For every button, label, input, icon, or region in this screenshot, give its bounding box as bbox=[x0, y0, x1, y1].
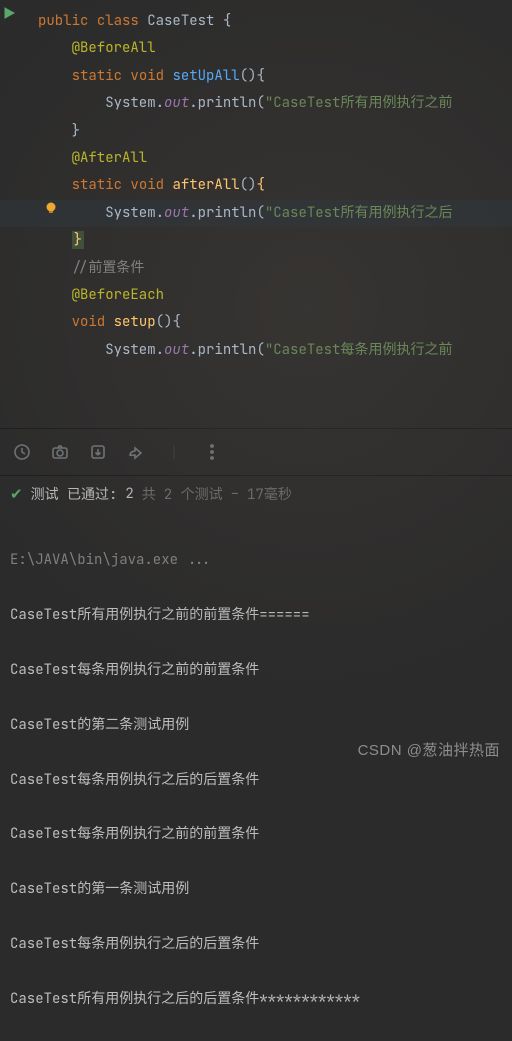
more-icon[interactable] bbox=[202, 442, 222, 462]
code-line[interactable]: @AfterAll bbox=[0, 145, 512, 172]
test-toolbar bbox=[0, 428, 512, 476]
check-icon: ✔ bbox=[10, 484, 23, 504]
import-icon[interactable] bbox=[88, 442, 108, 462]
code-line[interactable]: System.out.println("CaseTest所有用例执行之前 bbox=[0, 90, 512, 117]
code-editor[interactable]: public class CaseTest { @BeforeAll stati… bbox=[0, 0, 512, 372]
console-line: CaseTest每条用例执行之后的后置条件 bbox=[10, 767, 502, 794]
status-time: 17毫秒 bbox=[247, 484, 292, 504]
console-line: CaseTest的第一条测试用例 bbox=[10, 876, 502, 903]
run-gutter-icon[interactable] bbox=[2, 6, 16, 20]
console-line: CaseTest每条用例执行之前的前置条件 bbox=[10, 657, 502, 684]
status-label: 测试 已通过: bbox=[31, 484, 118, 504]
toolbar-separator bbox=[164, 442, 184, 462]
code-line[interactable]: @BeforeAll bbox=[0, 35, 512, 62]
intention-bulb-icon[interactable] bbox=[44, 201, 58, 215]
code-line[interactable]: void setup(){ bbox=[0, 309, 512, 336]
code-line[interactable]: } bbox=[0, 227, 512, 254]
code-line[interactable]: //前置条件 bbox=[0, 255, 512, 282]
test-status-bar: ✔ 测试 已通过: 2共 2 个测试 – 17毫秒 bbox=[0, 476, 512, 512]
status-passed: 2 bbox=[125, 485, 133, 503]
console-line: CaseTest每条用例执行之前的前置条件 bbox=[10, 821, 502, 848]
code-line[interactable]: static void afterAll(){ bbox=[0, 172, 512, 199]
code-line[interactable]: static void setUpAll(){ bbox=[0, 63, 512, 90]
code-line[interactable]: } bbox=[0, 118, 512, 145]
console-line: CaseTest每条用例执行之后的后置条件 bbox=[10, 931, 502, 958]
gutter bbox=[0, 0, 28, 372]
export-icon[interactable] bbox=[126, 442, 146, 462]
code-line[interactable]: @BeforeEach bbox=[0, 282, 512, 309]
code-line[interactable]: public class CaseTest { bbox=[0, 8, 512, 35]
camera-icon[interactable] bbox=[50, 442, 70, 462]
console-line: E:\JAVA\bin\java.exe ... bbox=[10, 547, 502, 574]
history-icon[interactable] bbox=[12, 442, 32, 462]
console-output[interactable]: E:\JAVA\bin\java.exe ... CaseTest所有用例执行之… bbox=[0, 512, 512, 1041]
console-line: CaseTest的第二条测试用例 bbox=[10, 712, 502, 739]
watermark: CSDN @葱油拌热面 bbox=[358, 739, 500, 760]
console-line: CaseTest所有用例执行之后的后置条件************ bbox=[10, 986, 502, 1013]
code-line[interactable]: System.out.println("CaseTest所有用例执行之后 bbox=[0, 200, 512, 227]
console-line: CaseTest所有用例执行之前的前置条件====== bbox=[10, 602, 502, 629]
code-line[interactable]: System.out.println("CaseTest每条用例执行之前 bbox=[0, 337, 512, 364]
